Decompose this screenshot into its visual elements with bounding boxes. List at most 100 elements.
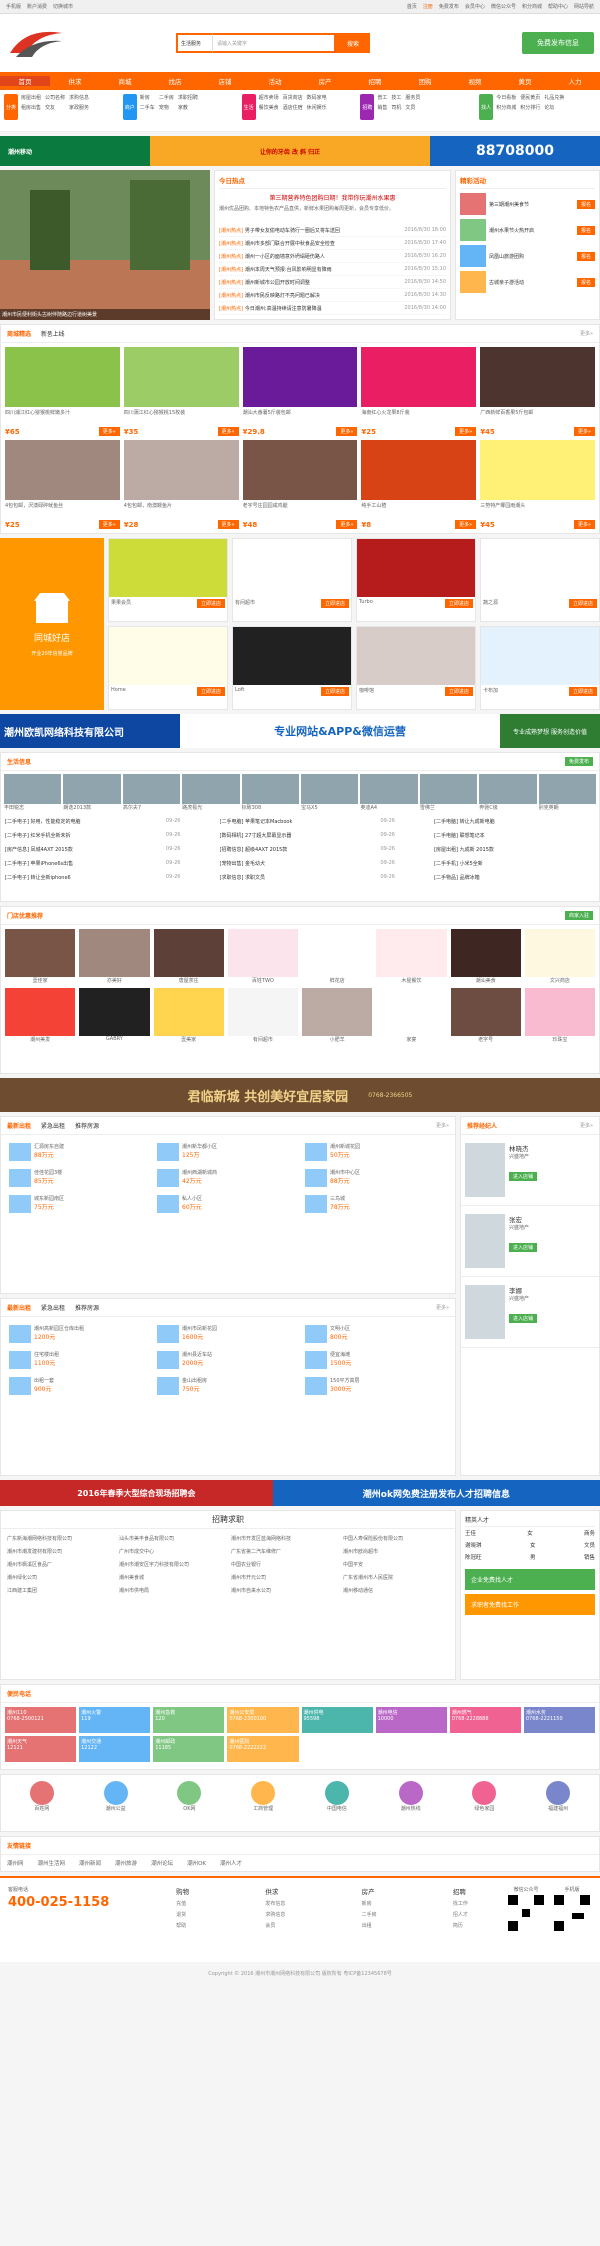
banner-phone[interactable]: 88708000 — [430, 136, 600, 166]
mall-shop-image[interactable] — [153, 929, 224, 977]
agent-avatar[interactable] — [465, 1143, 505, 1197]
mall-shop-name[interactable]: 壹佳家 — [5, 977, 75, 984]
phone-card[interactable]: 潮州交通 12122 — [79, 1736, 151, 1762]
topbar-right-link[interactable]: 会员中心 — [465, 3, 485, 10]
post-button[interactable]: 免费发布信息 — [522, 32, 594, 54]
car-photo[interactable] — [241, 774, 300, 804]
shop-logo[interactable] — [357, 627, 475, 685]
car-photo[interactable] — [479, 774, 537, 804]
category-link[interactable]: 数码家电 — [307, 94, 327, 101]
partner-logo[interactable]: 百姓网 — [7, 1781, 77, 1812]
category-link[interactable]: 二手车 — [140, 104, 155, 111]
life-link[interactable]: [数码相机] 27寸超大屏幕显示器 — [220, 832, 381, 839]
mall-shop-image[interactable] — [302, 988, 373, 1036]
mall-shop-name[interactable]: 潮州美发 — [5, 1036, 75, 1043]
listing-thumb[interactable] — [157, 1169, 179, 1187]
shop-name[interactable]: 咖啡馆 — [359, 687, 374, 696]
car-photo[interactable] — [63, 774, 121, 804]
product-name[interactable]: 三势特产椰园雨潮头 — [480, 502, 595, 520]
listing-item[interactable]: 文明小区 800元 — [305, 1325, 447, 1343]
tab[interactable]: 推荐房源 — [75, 1303, 99, 1312]
listing-name[interactable]: 城东新园南区 — [34, 1195, 151, 1202]
company-link[interactable]: 潮州市自来水公司 — [231, 1587, 337, 1594]
car-photo[interactable] — [301, 774, 359, 804]
buy-button[interactable]: 更多» — [455, 427, 477, 436]
activity-item[interactable]: 潮州水果节火热开启 报名 — [460, 219, 595, 241]
nav-item[interactable]: 招聘 — [350, 76, 400, 86]
listing-thumb[interactable] — [305, 1377, 327, 1395]
life-link[interactable]: [房产信息] 凤城4AXT 2015款 — [5, 846, 166, 853]
topbar-right-link[interactable]: 首页 — [407, 3, 417, 10]
site-logo[interactable] — [6, 23, 66, 63]
topbar-right-link[interactable]: 注册 — [423, 3, 433, 10]
agents-more[interactable]: 更多» — [580, 1122, 593, 1129]
phone-card[interactable]: 潮州供电 95598 — [301, 1707, 373, 1733]
product-image[interactable] — [123, 347, 239, 407]
company-link[interactable]: 中国农业银行 — [231, 1561, 337, 1568]
goods-more[interactable]: 更多» — [580, 330, 593, 337]
listing-name[interactable]: 潮州市凤新花园 — [182, 1325, 299, 1332]
topbar-left-link[interactable]: 账户消费 — [27, 3, 47, 10]
company-link[interactable]: 潮州市枫溪区食品厂 — [7, 1561, 113, 1568]
product-name[interactable]: 广西新鲜百香果5斤包邮 — [480, 409, 595, 427]
category-link[interactable]: 家政服务 — [69, 104, 89, 111]
life-link[interactable]: [二手手机] 小米5全新 — [434, 860, 595, 867]
shop-card[interactable]: 咖啡馆 立即进店 — [356, 626, 476, 710]
phone-card[interactable]: 潮州火警 119 — [79, 1707, 151, 1733]
listing-name[interactable]: 潮州新华都小区 — [182, 1143, 299, 1150]
listing-item[interactable]: 150平方高层 3000元 — [305, 1377, 447, 1395]
footer-link[interactable]: 出租 — [362, 1922, 377, 1929]
listing-name[interactable]: 潮州县近车站 — [182, 1351, 299, 1358]
car-card[interactable]: 雪佛兰 — [419, 774, 478, 811]
activity-button[interactable]: 报名 — [576, 225, 595, 235]
news-item[interactable]: [潮州热点] 潮州新城市公园开放时间调整 2016/8/30 14:50 — [219, 276, 446, 289]
mall-shop-image[interactable] — [153, 988, 224, 1036]
category-link[interactable]: 新房 — [140, 94, 155, 101]
footer-link[interactable]: 招人才 — [453, 1911, 468, 1918]
mall-shop-name[interactable]: 亦美好 — [79, 977, 149, 984]
listing-thumb[interactable] — [305, 1325, 327, 1343]
life-more[interactable]: 免费发布 — [564, 757, 593, 766]
listing-thumb[interactable] — [9, 1325, 31, 1343]
listing-name[interactable]: 150平方高层 — [330, 1377, 447, 1384]
life-link[interactable]: [二手电脑] 转让九成新电脑 — [434, 818, 595, 825]
activity-item[interactable]: 古城亲子游活动 报名 — [460, 271, 595, 293]
product-name[interactable]: 4包包邮，沢澳碌碎鱿鱼丝 — [5, 502, 120, 520]
product-card[interactable]: 四川浦江红心猕猴桃鲜嫩多汁 ¥65 更多» — [5, 347, 120, 436]
listing-item[interactable]: 潮州市中心区 88万元 — [305, 1169, 447, 1187]
listing-thumb[interactable] — [305, 1169, 327, 1187]
product-image[interactable] — [361, 440, 477, 500]
car-name[interactable]: 雪佛兰 — [420, 804, 477, 811]
listing-name[interactable]: 私人小区 — [182, 1195, 299, 1202]
topbar-right-link[interactable]: 免费发布 — [439, 3, 459, 10]
mall-shop-name[interactable]: 小肥羊 — [302, 1036, 372, 1043]
company-link[interactable]: 广东省第二汽车维修厂 — [231, 1548, 337, 1555]
life-link[interactable]: [二手电子] 好用，性能稳定的电脑 — [5, 818, 166, 825]
shop-logo[interactable] — [109, 539, 227, 597]
tab[interactable]: 最新出租 — [7, 1303, 31, 1312]
category-link[interactable]: 房屋出租 — [21, 94, 41, 101]
tab[interactable]: 最新出租 — [7, 1121, 31, 1130]
listing-name[interactable]: 佳佳花园3楼 — [34, 1169, 151, 1176]
listing-item[interactable]: 潮州高新园区仓库出租 1200元 — [9, 1325, 151, 1343]
search-input[interactable]: 请输入关键字 — [212, 33, 336, 53]
listing-thumb[interactable] — [9, 1195, 31, 1213]
listing-thumb[interactable] — [157, 1195, 179, 1213]
mall-shop-name[interactable]: 鲜花店 — [302, 977, 372, 984]
product-image[interactable] — [242, 347, 358, 407]
footer-link[interactable]: 二手房 — [362, 1911, 377, 1918]
mall-shop[interactable]: 亦美好 — [79, 929, 150, 984]
mall-shop-name[interactable]: GABRY — [79, 1036, 149, 1042]
company-link[interactable]: 潮州美食城 — [119, 1574, 225, 1581]
mall-shop-image[interactable] — [227, 988, 298, 1036]
banner-left[interactable]: 潮州移动 — [0, 136, 150, 166]
ad-banner-company[interactable]: 潮州欧凯网络科技有限公司 专业网站&APP&微信运营 专业成熟梦想 服务创造价值 — [0, 714, 600, 748]
agent-shop-button[interactable]: 进入店铺 — [509, 1243, 538, 1252]
buy-button[interactable]: 更多» — [455, 520, 477, 529]
tab[interactable]: 紧急出租 — [41, 1303, 65, 1312]
tab[interactable]: 紧急出租 — [41, 1121, 65, 1130]
category-link[interactable]: 求购信息 — [69, 94, 89, 101]
shop-name[interactable]: 有间超市 — [235, 599, 255, 608]
car-name[interactable]: 宝马X5 — [301, 804, 358, 811]
listing-item[interactable]: 潮州西湖新城商 42万元 — [157, 1169, 299, 1187]
